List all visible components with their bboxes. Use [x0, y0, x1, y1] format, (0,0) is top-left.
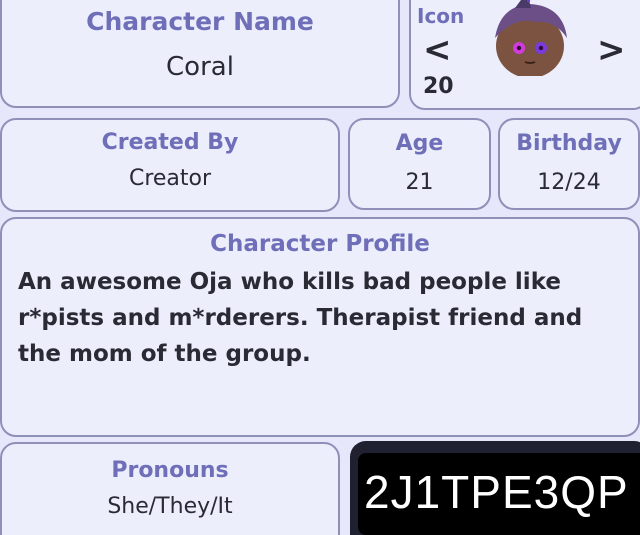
age-label: Age [395, 131, 444, 156]
character-name-value[interactable]: Coral [2, 52, 398, 82]
character-code: 2J1TPE3QP [364, 466, 629, 518]
icon-number: 20 [423, 74, 454, 99]
created-by-value[interactable]: Creator [2, 166, 338, 191]
icon-prev-button[interactable]: < [423, 30, 452, 70]
icon-label: Icon [417, 4, 465, 28]
icon-next-button[interactable]: > [597, 30, 626, 70]
avatar-icon [495, 0, 567, 76]
age-value[interactable]: 21 [350, 170, 489, 195]
birthday-label: Birthday [516, 131, 622, 156]
pronouns-label: Pronouns [111, 458, 229, 483]
birthday-card[interactable]: Birthday 12/24 [498, 118, 640, 210]
age-card[interactable]: Age 21 [348, 118, 491, 210]
character-code-card[interactable]: 2J1TPE3QP [350, 441, 640, 535]
character-profile-card[interactable]: Character Profile An awesome Oja who kil… [0, 217, 640, 437]
character-name-card[interactable]: Character Name Coral [0, 0, 400, 108]
pronouns-value[interactable]: She/They/It [2, 494, 338, 519]
icon-card: Icon < 20 > [409, 0, 640, 110]
character-name-label: Character Name [86, 7, 314, 36]
created-by-label: Created By [101, 130, 239, 155]
created-by-card[interactable]: Created By Creator [0, 118, 340, 212]
character-code-box: 2J1TPE3QP [358, 453, 640, 535]
birthday-value[interactable]: 12/24 [500, 170, 638, 195]
pronouns-card[interactable]: Pronouns She/They/It [0, 442, 340, 535]
character-profile-label: Character Profile [210, 231, 430, 257]
character-profile-text[interactable]: An awesome Oja who kills bad people like… [18, 264, 618, 372]
